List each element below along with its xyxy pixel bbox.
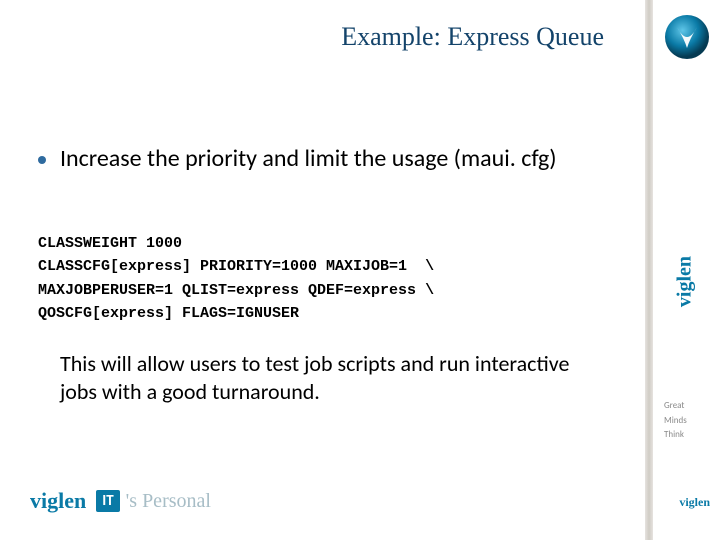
code-line: MAXJOBPERUSER=1 QLIST=express QDEF=expre…: [38, 282, 434, 299]
tagline-word: Minds: [664, 415, 714, 428]
side-mini-brand: viglen: [679, 495, 710, 510]
tagline-word: Great: [664, 400, 714, 413]
bullet-icon: [38, 156, 46, 164]
bullet-text: Increase the priority and limit the usag…: [60, 144, 557, 174]
side-brand-word: viglen: [674, 253, 697, 311]
side-tagline: Great Minds Think: [656, 400, 714, 444]
slide-title: Example: Express Queue: [0, 22, 604, 52]
code-line: QOSCFG[express] FLAGS=IGNUSER: [38, 305, 299, 322]
code-block: CLASSWEIGHT 1000 CLASSCFG[express] PRIOR…: [38, 232, 434, 325]
code-line: CLASSWEIGHT 1000: [38, 235, 182, 252]
slide: Example: Express Queue Increase the prio…: [0, 0, 720, 540]
summary-text: This will allow users to test job script…: [60, 350, 580, 405]
side-brand: viglen: [656, 230, 714, 333]
company-logo-icon: [662, 12, 712, 62]
brand-word: viglen: [30, 488, 86, 514]
vertical-divider: [645, 0, 653, 540]
it-badge: IT: [96, 490, 119, 512]
code-line: CLASSCFG[express] PRIORITY=1000 MAXIJOB=…: [38, 258, 434, 275]
bullet-item: Increase the priority and limit the usag…: [38, 144, 557, 174]
tagline-word: Think: [664, 429, 714, 442]
tagline: 's Personal: [126, 490, 211, 513]
footer-logo: viglen IT 's Personal: [30, 488, 211, 514]
